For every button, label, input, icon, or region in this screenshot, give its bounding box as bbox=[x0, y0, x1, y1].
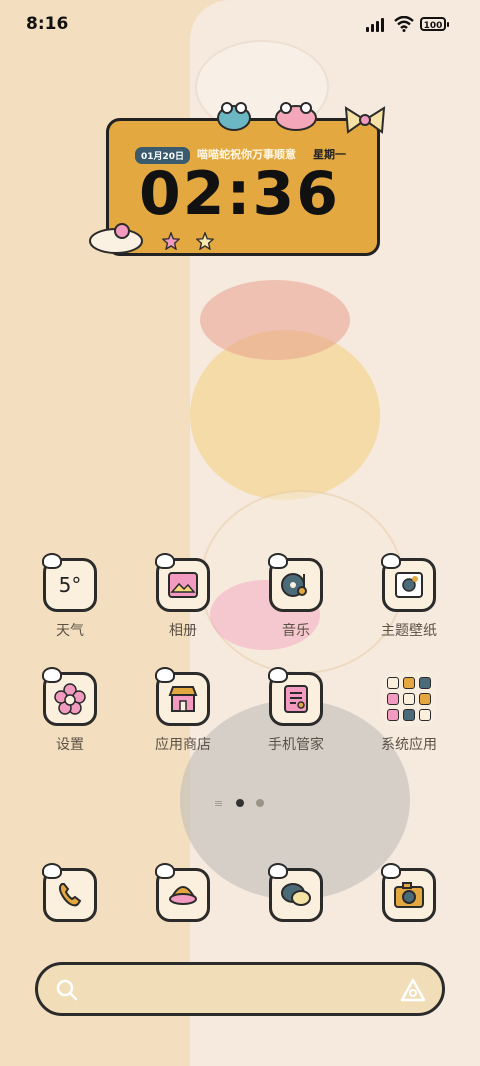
cloud-character-icon bbox=[89, 223, 143, 254]
cellular-signal-icon bbox=[366, 18, 388, 32]
mini-app-icon bbox=[419, 693, 431, 705]
app-label: 音乐 bbox=[282, 623, 310, 639]
pink-frog-icon bbox=[275, 102, 317, 131]
bird-decoration bbox=[42, 863, 62, 879]
bird-decoration bbox=[268, 553, 288, 569]
theme-icon bbox=[381, 553, 436, 612]
app-label: 天气 bbox=[56, 623, 84, 639]
shop-icon bbox=[168, 686, 198, 712]
handset-icon bbox=[58, 883, 82, 907]
search-bar[interactable] bbox=[35, 962, 445, 1016]
mini-app-icon bbox=[403, 677, 415, 689]
search-icon[interactable] bbox=[56, 979, 78, 1001]
chat-bubble-icon bbox=[281, 883, 311, 906]
app-label: 手机管家 bbox=[268, 737, 324, 753]
app-folder-system[interactable]: 系统应用 bbox=[364, 672, 454, 754]
battery-icon: 100 bbox=[420, 17, 449, 31]
dock-camera[interactable] bbox=[364, 863, 454, 922]
messages-icon bbox=[268, 863, 323, 922]
star-icon bbox=[162, 232, 180, 250]
status-time: 8:16 bbox=[26, 14, 69, 34]
star-icon bbox=[196, 232, 214, 250]
dock-phone[interactable] bbox=[25, 863, 115, 922]
dock-browser[interactable] bbox=[138, 863, 228, 922]
app-label: 应用商店 bbox=[155, 737, 211, 753]
mini-app-icon bbox=[387, 677, 399, 689]
app-label: 相册 bbox=[169, 623, 197, 639]
app-label: 系统应用 bbox=[381, 737, 437, 753]
status-bar: 8:16 100 bbox=[0, 0, 480, 50]
mini-app-icon bbox=[419, 677, 431, 689]
settings-flower-icon bbox=[42, 667, 97, 726]
planet-icon bbox=[169, 886, 197, 905]
picture-icon bbox=[168, 572, 198, 598]
gallery-icon bbox=[155, 553, 210, 612]
camera-body-icon bbox=[394, 882, 424, 908]
camera-icon bbox=[381, 863, 436, 922]
mini-app-icon bbox=[403, 709, 415, 721]
wifi-icon bbox=[394, 16, 414, 32]
mini-app-icon bbox=[419, 709, 431, 721]
mini-app-icon bbox=[403, 693, 415, 705]
vinyl-note-icon bbox=[281, 573, 307, 597]
app-settings[interactable]: 设置 bbox=[25, 667, 115, 754]
app-store[interactable]: 应用商店 bbox=[138, 667, 228, 754]
bird-decoration bbox=[155, 863, 175, 879]
store-icon bbox=[155, 667, 210, 726]
mini-app-icon bbox=[387, 709, 399, 721]
weather-temperature: 5° bbox=[58, 573, 82, 597]
page-list-icon: ≡ bbox=[214, 797, 224, 810]
app-weather[interactable]: 5° 天气 bbox=[25, 553, 115, 640]
palette-icon bbox=[395, 572, 423, 598]
security-icon bbox=[268, 667, 323, 726]
bird-decoration bbox=[42, 553, 62, 569]
app-gallery[interactable]: 相册 bbox=[138, 553, 228, 640]
assistant-icon[interactable] bbox=[400, 978, 426, 1002]
app-label: 设置 bbox=[56, 737, 84, 753]
bird-decoration bbox=[155, 667, 175, 683]
dock-messages[interactable] bbox=[251, 863, 341, 922]
wallpaper-character bbox=[200, 280, 350, 360]
frog-icon bbox=[217, 102, 251, 131]
flower-icon bbox=[54, 683, 86, 715]
app-security[interactable]: 手机管家 bbox=[251, 667, 341, 754]
bird-decoration bbox=[268, 667, 288, 683]
bird-decoration bbox=[155, 553, 175, 569]
mini-app-icon bbox=[387, 693, 399, 705]
folder-grid bbox=[387, 677, 431, 721]
clock-widget[interactable]: 01月20日 喵喵蛇祝你万事顺意 星期一 02:36 bbox=[106, 118, 380, 256]
page-indicator[interactable]: ≡ bbox=[214, 797, 274, 810]
widget-clock: 02:36 bbox=[139, 159, 340, 229]
bird-decoration bbox=[381, 553, 401, 569]
clipboard-icon bbox=[284, 685, 308, 713]
bow-icon bbox=[344, 106, 386, 134]
app-label: 主题壁纸 bbox=[381, 623, 437, 639]
phone-icon bbox=[42, 863, 97, 922]
folder-icon bbox=[382, 672, 436, 726]
music-icon bbox=[268, 553, 323, 612]
app-music[interactable]: 音乐 bbox=[251, 553, 341, 640]
browser-icon bbox=[155, 863, 210, 922]
weather-icon: 5° bbox=[42, 553, 97, 612]
bird-decoration bbox=[42, 667, 62, 683]
bird-decoration bbox=[268, 863, 288, 879]
bird-decoration bbox=[381, 863, 401, 879]
app-theme[interactable]: 主题壁纸 bbox=[364, 553, 454, 640]
